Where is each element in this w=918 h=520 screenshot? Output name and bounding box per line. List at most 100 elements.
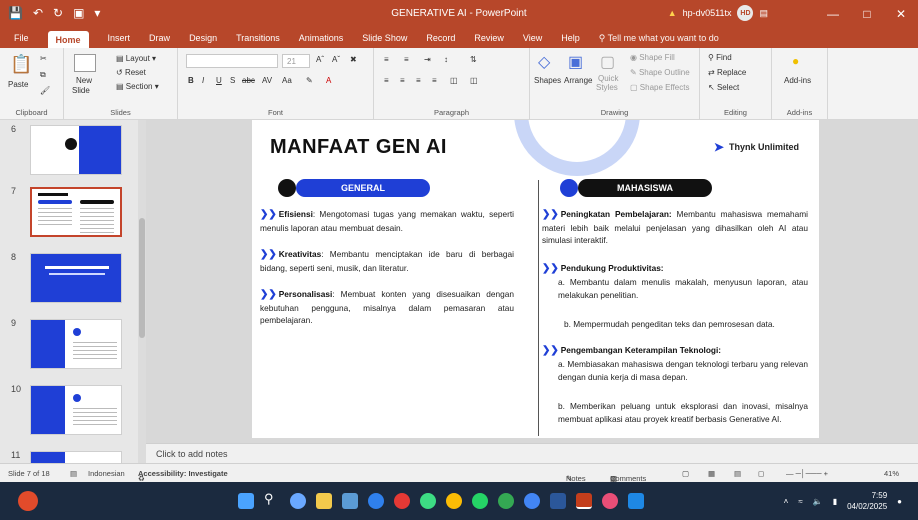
accessibility-status[interactable]: ♻ Accessibility: Investigate (138, 469, 228, 483)
italic-button[interactable]: I (202, 76, 204, 85)
slide-thumbnail[interactable] (30, 385, 122, 435)
notes-pane[interactable]: Click to add notes (146, 443, 918, 463)
shapes-icon[interactable]: ◇ (538, 52, 550, 72)
strikethrough-button[interactable]: abc (242, 76, 255, 85)
underline-button[interactable]: U (216, 76, 222, 85)
normal-view-icon[interactable]: ▢ (682, 469, 689, 478)
paste-icon[interactable]: 📋 (10, 54, 32, 75)
photos-icon[interactable] (628, 493, 644, 509)
tab-design[interactable]: Design (189, 33, 217, 43)
quick-styles-icon[interactable]: ▢ (600, 52, 615, 72)
align-left-icon[interactable]: ≡ (384, 76, 389, 85)
find-button[interactable]: ⚲ Find (708, 53, 732, 62)
line-spacing-icon[interactable]: ↕ (444, 55, 448, 64)
addins-button[interactable]: Add-ins (784, 76, 811, 85)
reading-view-icon[interactable]: ▤ (734, 469, 741, 478)
indent-icon[interactable]: ⇥ (424, 55, 431, 64)
thumbnail-row[interactable]: 8 (0, 250, 146, 310)
shapes-button[interactable]: Shapes (534, 76, 561, 85)
battery-icon[interactable]: ▮ (833, 496, 837, 507)
start-icon[interactable] (238, 493, 254, 509)
format-painter-icon[interactable]: 🖌 (40, 86, 50, 95)
avatar[interactable]: HD (737, 5, 754, 21)
minimize-icon[interactable]: — (816, 0, 850, 28)
slide-sorter-icon[interactable]: ▦ (708, 469, 715, 478)
mahasiswa-item-pembelajaran[interactable]: ❯❯ Peningkatan Pembelajaran: Membantu mah… (542, 208, 808, 247)
reset-button[interactable]: ↺ Reset (116, 68, 146, 77)
new-slide-button[interactable]: New (76, 76, 92, 85)
whatsapp-icon[interactable] (472, 493, 488, 509)
cut-icon[interactable]: ✂ (40, 54, 47, 63)
new-slide-icon[interactable] (74, 54, 96, 72)
slide-thumbnail[interactable] (30, 253, 122, 303)
zoom-level[interactable]: 41% (884, 469, 899, 478)
thumbnail-row[interactable]: 9 (0, 316, 146, 376)
align-text-icon[interactable]: ◫ (470, 76, 478, 85)
tell-me-search[interactable]: ⚲ Tell me what you want to do (599, 33, 719, 44)
grow-font-icon[interactable]: Aˆ (316, 55, 324, 64)
arrange-icon[interactable]: ▣ (568, 52, 583, 72)
slide[interactable]: MANFAAT GEN AI ➤ Thynk Unlimited GENERAL… (252, 120, 819, 438)
arrange-button[interactable]: Arrange (564, 76, 592, 85)
tab-review[interactable]: Review (474, 33, 504, 43)
bold-button[interactable]: B (188, 76, 194, 85)
change-case-button[interactable]: Aa (282, 76, 292, 85)
tab-animations[interactable]: Animations (299, 33, 344, 43)
mahasiswa-subitem[interactable]: a. Membantu dalam menulis makalah, menyu… (558, 276, 808, 301)
clear-format-icon[interactable]: ✖ (350, 55, 357, 64)
user-area[interactable]: ▲ hp-dv0511tx HD ▤ (668, 5, 768, 21)
shadow-button[interactable]: S (230, 76, 235, 85)
tab-file[interactable]: File (14, 33, 29, 43)
ribbon-display-icon[interactable]: ▤ (759, 8, 768, 19)
quick-styles-button-line2[interactable]: Styles (596, 83, 618, 92)
paste-button[interactable]: Paste (8, 80, 28, 89)
tab-slide-show[interactable]: Slide Show (362, 33, 407, 43)
store-icon[interactable] (342, 493, 358, 509)
general-item-efisiensi[interactable]: ❯❯ Efisiensi: Mengotomasi tugas yang mema… (260, 208, 514, 234)
slide-thumbnail-selected[interactable] (30, 187, 122, 237)
thumbnail-row[interactable]: 10 (0, 382, 146, 442)
spellcheck-icon[interactable]: ▤ (70, 469, 77, 478)
media-icon[interactable] (602, 493, 618, 509)
mahasiswa-subitem[interactable]: a. Membiasakan mahasiswa dengan teknolog… (558, 358, 808, 383)
tab-help[interactable]: Help (561, 33, 580, 43)
align-center-icon[interactable]: ≡ (400, 76, 405, 85)
tab-transitions[interactable]: Transitions (236, 33, 280, 43)
chrome-profile-icon[interactable] (446, 493, 462, 509)
browser-icon[interactable] (290, 493, 306, 509)
tab-view[interactable]: View (523, 33, 542, 43)
powerpoint-icon[interactable] (576, 493, 592, 509)
replace-button[interactable]: ⇄ Replace (708, 68, 746, 77)
shrink-font-icon[interactable]: Aˇ (332, 55, 340, 64)
spacing-button[interactable]: AV (262, 76, 272, 85)
thumbnail-row[interactable]: 6 (0, 122, 146, 182)
columns-icon[interactable]: ◫ (450, 76, 458, 85)
slide-thumbnail[interactable] (30, 125, 122, 175)
word-icon[interactable] (550, 493, 566, 509)
shape-effects-button[interactable]: ▢ Shape Effects (630, 83, 689, 92)
font-name-field[interactable] (186, 54, 278, 68)
highlight-icon[interactable]: ✎ (306, 76, 313, 85)
mahasiswa-item-produktivitas[interactable]: ❯❯ Pendukung Produktivitas: (542, 262, 808, 276)
chrome-icon[interactable] (420, 493, 436, 509)
file-explorer-icon[interactable] (316, 493, 332, 509)
scrollbar-thumb[interactable] (139, 218, 145, 338)
chrome-user-icon[interactable] (524, 493, 540, 509)
tab-record[interactable]: Record (426, 33, 455, 43)
app-icon[interactable] (394, 493, 410, 509)
slideshow-icon[interactable]: ◻ (758, 469, 764, 478)
language-status[interactable]: Indonesian (88, 469, 125, 478)
chrome-alt-icon[interactable] (498, 493, 514, 509)
close-icon[interactable]: ✕ (884, 0, 918, 28)
font-color-button[interactable]: A (326, 76, 331, 85)
font-size-field[interactable]: 21 (282, 54, 310, 68)
tab-draw[interactable]: Draw (149, 33, 170, 43)
weather-icon[interactable] (18, 491, 38, 511)
addins-icon[interactable]: ● (792, 54, 799, 68)
mahasiswa-subitem[interactable]: b. Mempermudah pengeditan teks dan pemro… (564, 318, 808, 331)
shape-fill-button[interactable]: ◉ Shape Fill (630, 53, 675, 62)
quick-styles-button[interactable]: Quick (598, 74, 618, 83)
select-button[interactable]: ↖ Select (708, 83, 739, 92)
tab-home[interactable]: Home (47, 31, 89, 49)
copy-icon[interactable]: ⧉ (40, 70, 46, 80)
